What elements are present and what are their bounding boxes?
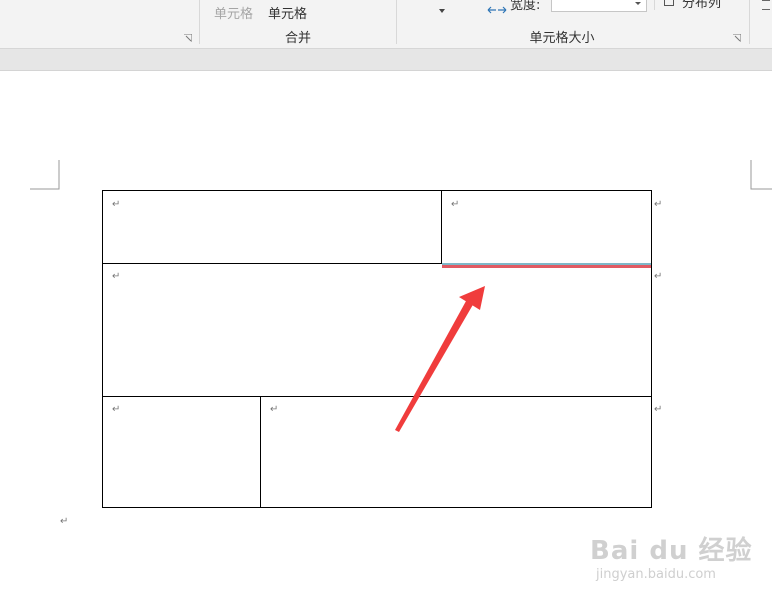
merge-group-label: 合并 <box>284 31 311 46</box>
dialog-launcher-icon[interactable] <box>733 34 741 42</box>
row-end-mark: ↵ <box>654 404 663 415</box>
document-paragraph-mark[interactable]: ↵ <box>60 517 68 527</box>
row-end-mark: ↵ <box>654 199 663 210</box>
table-border-top <box>102 190 652 191</box>
watermark-url: jingyan.baidu.com <box>596 567 716 582</box>
column-width-icon <box>487 0 507 19</box>
cell-paragraph-mark[interactable]: ↵ <box>112 272 120 282</box>
ruler-strip <box>0 49 772 71</box>
width-label: 宽度: <box>510 0 541 13</box>
baidu-jingyan-logo: Bai du 经验 <box>590 536 753 566</box>
group-separator <box>654 0 655 10</box>
selected-cell-border-inner <box>442 263 651 265</box>
table-row-divider <box>102 396 652 397</box>
chevron-down-icon[interactable] <box>635 2 641 5</box>
group-separator <box>396 0 397 44</box>
dialog-launcher-icon[interactable] <box>184 34 192 42</box>
cell-paragraph-mark[interactable]: ↵ <box>270 405 278 415</box>
group-separator <box>749 0 750 44</box>
table-col-divider <box>260 396 261 508</box>
group-separator <box>199 0 200 44</box>
distribute-columns-icon <box>664 0 674 6</box>
table-border-right <box>651 190 652 508</box>
distribute-columns-button[interactable]: 分布列 <box>682 0 721 11</box>
align-icon[interactable] <box>762 0 770 10</box>
annotation-arrow-icon <box>395 286 485 432</box>
ribbon: | 单元格 单元格 合并 宽度: 分布列 单元格大小 <box>0 0 772 49</box>
split-table-button[interactable]: 单元格 <box>268 3 307 22</box>
cell-paragraph-mark[interactable]: ↵ <box>451 200 459 210</box>
cell-paragraph-mark[interactable]: ↵ <box>112 405 120 415</box>
margin-corner-mark <box>750 160 772 190</box>
margin-corner-mark <box>30 160 60 190</box>
row-end-mark: ↵ <box>654 271 663 282</box>
width-input[interactable] <box>551 0 647 12</box>
chevron-down-icon[interactable] <box>439 9 445 13</box>
split-cells-button[interactable]: 单元格 <box>214 3 253 22</box>
table-border-bottom <box>102 507 652 508</box>
table-border-left <box>102 190 103 508</box>
cell-size-group-label: 单元格大小 <box>529 31 595 46</box>
table-col-divider <box>441 190 442 264</box>
cell-paragraph-mark[interactable]: ↵ <box>112 200 120 210</box>
table-row-divider <box>102 263 442 264</box>
